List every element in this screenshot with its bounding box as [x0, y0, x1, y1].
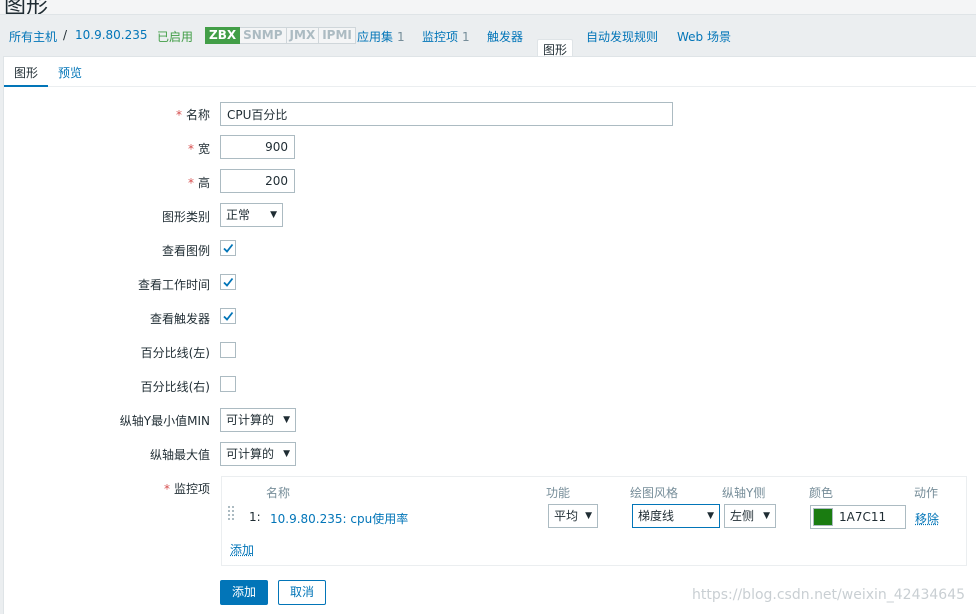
cancel-button[interactable]: 取消	[278, 580, 326, 605]
function-select[interactable]: 平均 ▼	[548, 504, 598, 528]
show-working-time-checkbox[interactable]	[220, 274, 236, 290]
required-mark: *	[163, 482, 170, 496]
percentile-right-label: 百分比线(右)	[140, 380, 210, 394]
items-label: * 监控项	[164, 480, 210, 497]
y-min-value: 可计算的	[226, 413, 275, 427]
y-axis-side-select[interactable]: 左侧 ▼	[724, 504, 776, 528]
checkmark-icon	[223, 311, 234, 321]
nav-applications[interactable]: 应用集 1	[357, 28, 405, 45]
host-navigation: 所有主机 / 10.9.80.235 已启用 应用集 1 监控项 1 触发器 图形 …	[0, 14, 976, 61]
add-button[interactable]: 添加	[220, 580, 268, 605]
column-header-draw-style: 绘图风格	[630, 486, 679, 500]
item-name-link[interactable]: 10.9.80.235: cpu使用率	[270, 510, 408, 527]
host-status: 已启用	[157, 30, 194, 44]
color-swatch[interactable]	[813, 508, 833, 526]
items-label-text: 监控项	[173, 482, 210, 496]
chevron-down-icon: ▼	[763, 511, 770, 521]
y-max-value: 可计算的	[226, 447, 275, 461]
nav-items[interactable]: 监控项 1	[422, 28, 470, 45]
page-title: 图形	[4, 0, 49, 14]
breadcrumb-all-hosts[interactable]: 所有主机	[9, 28, 57, 45]
breadcrumb-host[interactable]: 10.9.80.235	[75, 28, 148, 42]
nav-applications-label: 应用集	[357, 30, 394, 44]
tab-graph[interactable]: 图形	[3, 64, 49, 87]
color-value: 1A7C11	[839, 510, 887, 524]
width-label: * 宽	[188, 140, 210, 157]
y-axis-side-value: 左侧	[730, 509, 755, 523]
graph-items-table: 名称 功能 绘图风格 纵轴Y侧 颜色 动作 1: 10.9.80.235: cp…	[221, 476, 967, 566]
watermark: https://blog.csdn.net/weixin_42434645	[692, 587, 966, 603]
y-min-label: 纵轴Y最小值MIN	[119, 414, 210, 428]
nav-triggers[interactable]: 触发器	[487, 28, 523, 45]
percentile-left-label: 百分比线(左)	[140, 346, 210, 360]
badge-snmp: SNMP	[240, 27, 287, 44]
required-mark: *	[187, 176, 194, 190]
percentile-left-checkbox[interactable]	[220, 342, 236, 358]
function-value: 平均	[554, 509, 579, 523]
graph-type-value: 正常	[226, 208, 251, 222]
chevron-down-icon: ▼	[283, 449, 290, 459]
height-input[interactable]	[220, 169, 295, 193]
show-legend-label: 查看图例	[161, 244, 210, 258]
chevron-down-icon: ▼	[270, 210, 277, 220]
height-label-text: 高	[197, 176, 210, 190]
show-legend-checkbox[interactable]	[220, 240, 236, 256]
tab-preview[interactable]: 预览	[58, 64, 82, 81]
remove-item-link[interactable]: 移除	[915, 510, 939, 527]
show-working-time-label: 查看工作时间	[137, 278, 210, 292]
breadcrumb-separator: /	[63, 28, 68, 42]
nav-items-count: 1	[462, 30, 470, 44]
badge-jmx: JMX	[286, 27, 320, 44]
graph-form-panel: 图形 预览 *名称 *宽 *高 图形类别 正常▼ 查看图例 查看工作时间 查看触…	[3, 56, 976, 614]
badge-zbx: ZBX	[205, 27, 241, 44]
draw-style-select[interactable]: 梯度线 ▼	[632, 504, 720, 528]
chevron-down-icon: ▼	[585, 511, 592, 521]
page-header: 图形	[0, 0, 976, 14]
y-min-select[interactable]: 可计算的 ▼	[220, 408, 296, 432]
required-mark: *	[175, 108, 182, 122]
column-header-y-axis-side: 纵轴Y侧	[722, 486, 766, 500]
column-header-function: 功能	[546, 486, 571, 500]
availability-badges: ZBX SNMP JMX IPMI	[205, 27, 356, 44]
nav-applications-count: 1	[397, 30, 405, 44]
badge-ipmi: IPMI	[319, 27, 356, 44]
name-input[interactable]	[220, 102, 673, 126]
name-label-text: 名称	[185, 108, 210, 122]
height-label: * 高	[188, 174, 210, 191]
nav-items-label: 监控项	[422, 30, 459, 44]
column-header-color: 颜色	[809, 486, 834, 500]
column-header-action: 动作	[914, 486, 939, 500]
chevron-down-icon: ▼	[283, 415, 290, 425]
show-triggers-checkbox[interactable]	[220, 308, 236, 324]
checkmark-icon	[223, 243, 234, 253]
chevron-down-icon: ▼	[707, 511, 714, 521]
drag-handle-icon[interactable]	[228, 506, 236, 522]
draw-style-value: 梯度线	[638, 509, 675, 523]
row-number: 1:	[249, 510, 261, 524]
checkmark-icon	[223, 277, 234, 287]
nav-discovery-rules[interactable]: 自动发现规则	[586, 28, 658, 45]
show-triggers-label: 查看触发器	[149, 312, 210, 326]
width-input[interactable]	[220, 135, 295, 159]
width-label-text: 宽	[197, 142, 210, 156]
add-item-link[interactable]: 添加	[230, 541, 254, 558]
y-max-select[interactable]: 可计算的 ▼	[220, 442, 296, 466]
graph-type-select[interactable]: 正常 ▼	[220, 203, 283, 227]
nav-web-scenarios[interactable]: Web 场景	[677, 28, 731, 45]
y-max-label: 纵轴最大值	[149, 448, 210, 462]
color-picker[interactable]: 1A7C11	[810, 505, 906, 529]
name-label: * 名称	[176, 106, 210, 123]
percentile-right-checkbox[interactable]	[220, 376, 236, 392]
column-header-name: 名称	[266, 486, 291, 500]
graph-type-label: 图形类别	[161, 210, 210, 224]
required-mark: *	[187, 142, 194, 156]
form-tabs: 图形 预览	[3, 57, 976, 87]
